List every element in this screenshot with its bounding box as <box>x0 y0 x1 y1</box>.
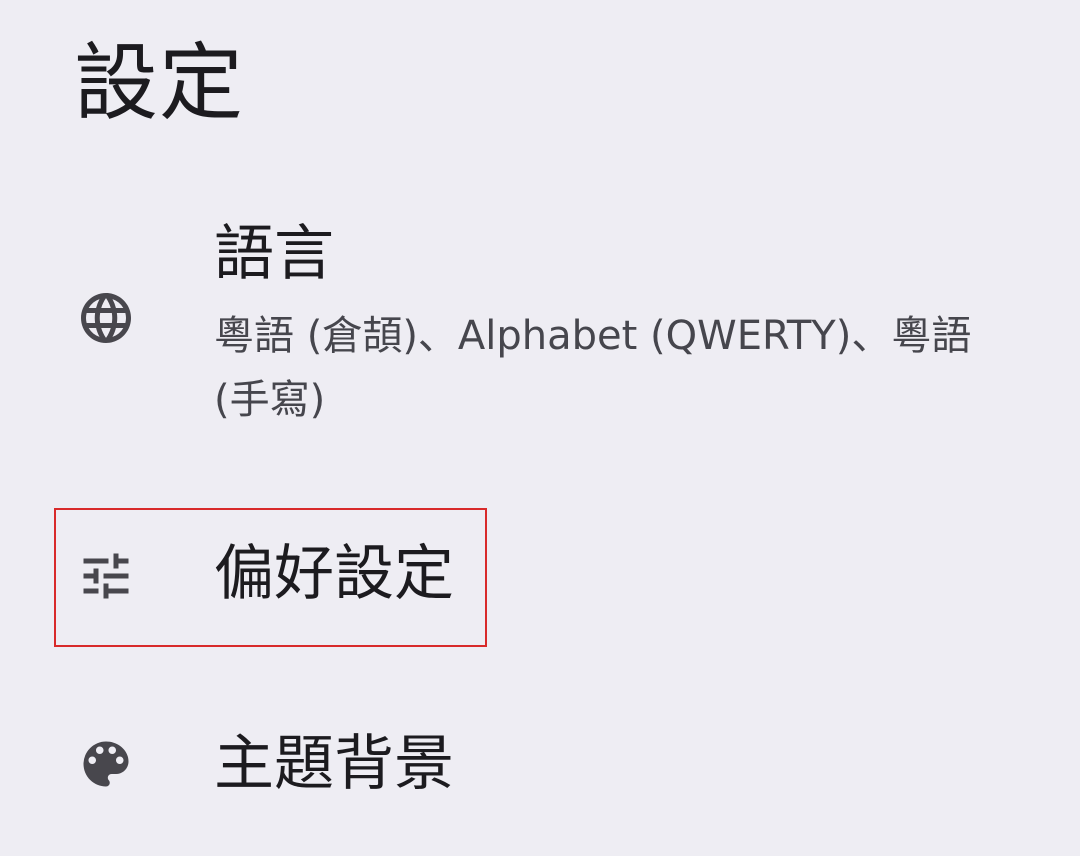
settings-item-preferences[interactable]: 偏好設定 <box>0 508 1080 648</box>
settings-item-title: 偏好設定 <box>214 539 454 609</box>
settings-item-language[interactable]: 語言 粵語 (倉頡)、Alphabet (QWERTY)、粵語 (手寫) <box>0 210 1080 440</box>
tune-sliders-icon <box>76 546 136 606</box>
settings-item-title: 主題背景 <box>214 729 454 799</box>
page-title: 設定 <box>74 34 245 132</box>
settings-item-theme[interactable]: 主題背景 <box>0 700 1080 840</box>
settings-item-summary: 粵語 (倉頡)、Alphabet (QWERTY)、粵語 (手寫) <box>214 313 972 423</box>
settings-item-title: 語言 <box>214 219 334 289</box>
globe-icon <box>76 288 136 348</box>
palette-icon <box>76 734 136 794</box>
